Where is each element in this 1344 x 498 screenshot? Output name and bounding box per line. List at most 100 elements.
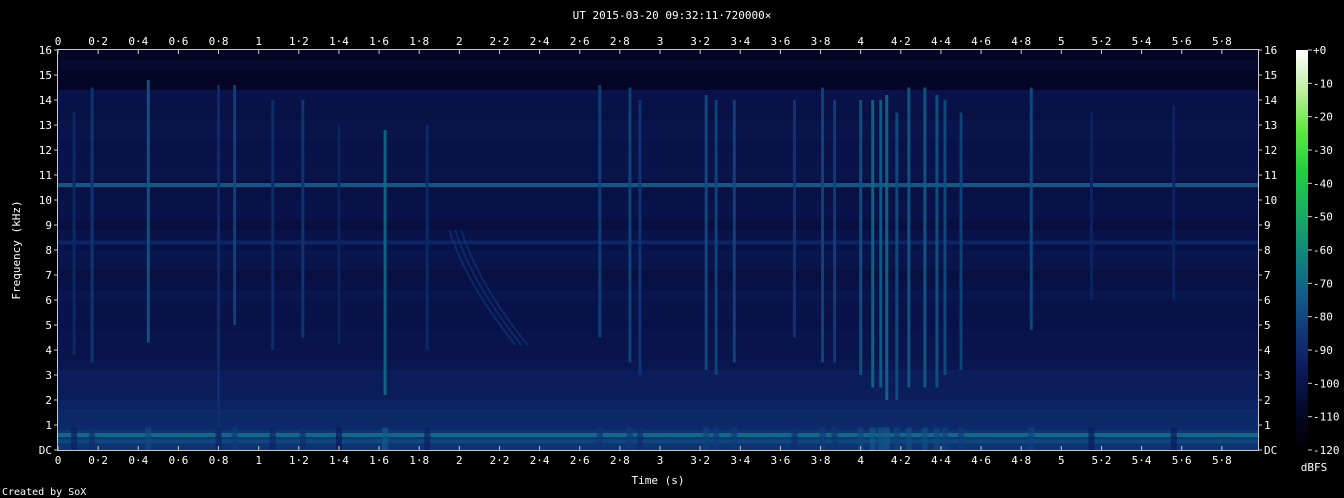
transient-base — [933, 427, 940, 450]
y-tick-label: 3 — [45, 369, 52, 382]
transient-band — [90, 87, 94, 363]
y-tick-label: 4 — [1264, 344, 1271, 357]
x-tick-label: 2 — [456, 35, 463, 48]
transient-band — [1172, 105, 1176, 300]
y-tick-label: DC — [1264, 444, 1277, 457]
colorbar-tick-label: -20 — [1313, 111, 1333, 124]
x-tick-label: 2·2 — [490, 454, 510, 467]
x-tick-label: 3 — [657, 454, 664, 467]
transient-base — [883, 427, 890, 450]
noise-band — [58, 260, 1258, 271]
x-tick-label: 3·8 — [811, 454, 831, 467]
transient-band — [714, 100, 718, 375]
x-tick-label: 5·4 — [1132, 35, 1152, 48]
colorbar-tick-label: -90 — [1313, 344, 1333, 357]
noise-band — [58, 110, 1258, 121]
x-tick-label: 0·6 — [168, 454, 188, 467]
tone-line — [58, 240, 1258, 245]
noise-band — [58, 60, 1258, 71]
transient-band — [935, 95, 939, 388]
noise-band — [58, 250, 1258, 261]
y-tick-label: 6 — [1264, 294, 1271, 307]
x-tick-label: 4 — [857, 454, 864, 467]
transient-band — [638, 100, 642, 375]
x-tick-label: 4·4 — [931, 35, 951, 48]
y-tick-label: 13 — [39, 119, 52, 132]
x-tick-label: 1·4 — [329, 35, 349, 48]
transient-base — [71, 427, 78, 450]
transient-band — [732, 100, 736, 363]
x-tick-label: 0·2 — [88, 454, 108, 467]
x-tick-label: 2·4 — [530, 454, 550, 467]
x-tick-label: 3·6 — [770, 454, 790, 467]
transient-base — [636, 427, 643, 450]
x-tick-label: 0·6 — [168, 35, 188, 48]
colorbar-tick-label: -70 — [1313, 277, 1333, 290]
noise-band — [58, 290, 1258, 301]
x-tick-label: 1 — [255, 35, 262, 48]
footer-credit: Created by SoX — [2, 487, 86, 498]
y-tick-label: 7 — [1264, 269, 1271, 282]
x-tick-label: 2·8 — [610, 35, 630, 48]
y-tick-label: 3 — [1264, 369, 1271, 382]
noise-band — [58, 350, 1258, 361]
transient-band — [879, 100, 883, 388]
noise-band — [58, 220, 1258, 231]
transient-base — [958, 427, 965, 450]
y-tick-label: 14 — [1264, 94, 1278, 107]
noise-band — [58, 120, 1258, 131]
colorbar-tick-label: -50 — [1313, 211, 1333, 224]
y-axis-left: DC12345678910111213141516 — [39, 44, 58, 457]
noise-band — [58, 340, 1258, 351]
transient-base — [831, 427, 838, 450]
x-tick-label: 3·8 — [811, 35, 831, 48]
colorbar-tick-label: -80 — [1313, 311, 1333, 324]
y-tick-label: 2 — [1264, 394, 1271, 407]
transient-band — [943, 100, 947, 375]
x-tick-label: 0·8 — [209, 35, 229, 48]
x-tick-label: 1·2 — [289, 454, 309, 467]
y-tick-label: 8 — [45, 244, 52, 257]
noise-band — [58, 300, 1258, 311]
y-tick-label: 6 — [45, 294, 52, 307]
transient-base — [382, 427, 389, 450]
x-tick-label: 2·4 — [530, 35, 550, 48]
x-tick-label: 0 — [55, 454, 62, 467]
transient-band — [271, 100, 275, 350]
y-tick-label: 12 — [39, 144, 52, 157]
noise-band — [58, 370, 1258, 381]
noise-band — [58, 320, 1258, 331]
transient-base — [893, 427, 900, 450]
noise-band — [58, 210, 1258, 221]
noise-band — [58, 230, 1258, 241]
transient-band — [146, 80, 150, 343]
x-tick-label: 0·2 — [88, 35, 108, 48]
colorbar-tick-label: -30 — [1313, 144, 1333, 157]
x-tick-label: 5·4 — [1132, 454, 1152, 467]
colorbar-tick-label: -60 — [1313, 244, 1333, 257]
x-tick-label: 2 — [456, 454, 463, 467]
x-tick-label: 4 — [857, 35, 864, 48]
y-tick-label: 2 — [45, 394, 52, 407]
x-tick-label: 5·2 — [1092, 35, 1112, 48]
transient-base — [941, 427, 948, 450]
x-tick-label: 4·6 — [971, 35, 991, 48]
colorbar-tick-label: +0 — [1313, 44, 1326, 57]
tone-line — [58, 439, 1258, 444]
x-tick-label: 4·2 — [891, 35, 911, 48]
transient-band — [383, 130, 387, 395]
colorbar-tick-label: -100 — [1313, 377, 1340, 390]
colorbar-tick-label: -110 — [1313, 411, 1340, 424]
transient-band — [871, 100, 875, 388]
noise-band — [58, 410, 1258, 421]
y-tick-label: 9 — [45, 219, 52, 232]
transient-band — [792, 100, 796, 338]
x-tick-label: 2·6 — [570, 35, 590, 48]
noise-band — [58, 310, 1258, 321]
transient-base — [145, 427, 152, 450]
x-tick-label: 5·6 — [1172, 35, 1192, 48]
transient-base — [791, 427, 798, 450]
transient-band — [907, 87, 911, 388]
x-tick-label: 2·8 — [610, 454, 630, 467]
spectrogram-chart: UT 2015-03-20 09:32:11·720000× 0 0·2 0·4 0·… — [2, 9, 1340, 498]
